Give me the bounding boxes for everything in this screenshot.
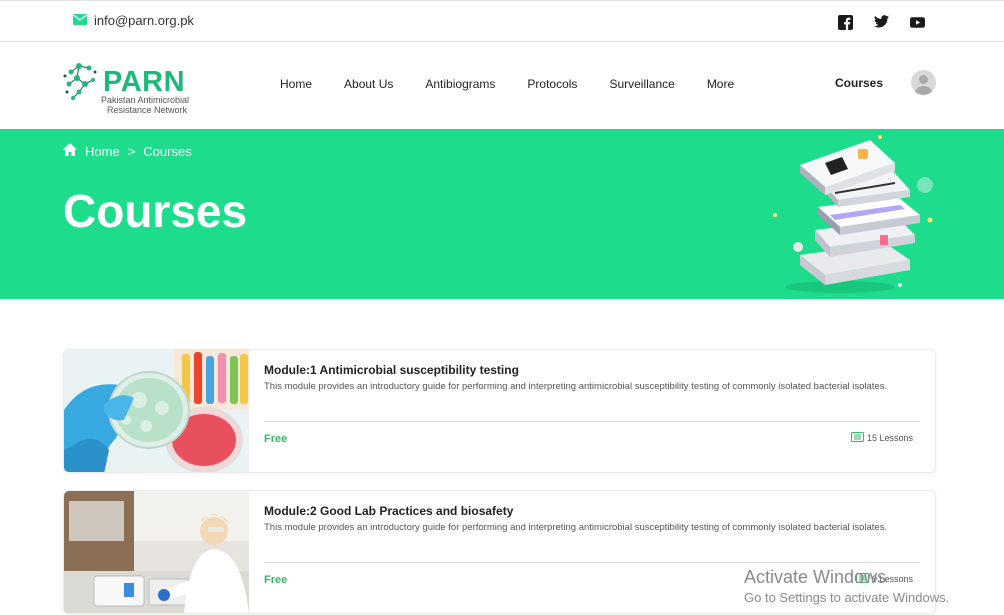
nav-item-antibiograms[interactable]: Antibiograms [425,77,495,91]
youtube-icon[interactable] [910,15,926,31]
course-thumbnail-petri-dish[interactable] [64,350,249,472]
card-divider [264,562,920,563]
course-price: Free [264,574,288,586]
lessons-count-text: 15 Lessons [866,433,913,443]
course-description: This module provides an introductory gui… [264,522,888,533]
nav-item-about-us[interactable]: About Us [344,77,393,91]
nav-item-protocols[interactable]: Protocols [527,77,577,91]
watermark-subtitle: Go to Settings to activate Windows. [744,590,950,605]
watermark-title: Activate Windows [744,567,887,587]
top-bar: info@parn.org.pk [0,0,1004,42]
breadcrumb-current: Courses [143,143,192,159]
user-avatar[interactable] [911,70,936,95]
breadcrumb: Home > Courses [63,143,192,159]
facebook-icon[interactable] [838,15,854,31]
logo-subtitle-line2: Resistance Network [107,105,188,115]
email-text: info@parn.org.pk [94,13,194,28]
breadcrumb-separator: > [127,143,136,159]
lessons-count: 15 Lessons [850,432,913,444]
course-price: Free [264,433,288,445]
main-header: PARN Pakistan Antimicrobial Resistance N… [0,42,1004,129]
twitter-icon[interactable] [874,15,890,31]
books-illustration [773,135,933,293]
lessons-list-icon [850,432,864,444]
social-links [838,15,926,31]
course-card[interactable]: Module:1 Antimicrobial susceptibility te… [63,349,936,473]
parn-logo[interactable]: PARN Pakistan Antimicrobial Resistance N… [63,58,213,115]
page-title: Courses [63,185,248,237]
windows-activation-watermark: Activate Windows Go to Settings to activ… [744,567,949,605]
envelope-icon [73,13,87,28]
card-divider [264,421,920,422]
page-hero-banner: Home > Courses Courses [0,129,1004,299]
course-description: This module provides an introductory gui… [264,381,888,392]
course-thumbnail-lab-worker[interactable] [64,491,249,613]
email-contact[interactable]: info@parn.org.pk [73,13,194,28]
nav-item-more[interactable]: More [707,77,734,91]
home-icon[interactable] [63,143,77,159]
main-nav: Home About Us Antibiograms Protocols Sur… [280,77,766,91]
logo-subtitle-line1: Pakistan Antimicrobial [101,95,190,105]
nav-item-home[interactable]: Home [280,77,312,91]
course-title[interactable]: Module:2 Good Lab Practices and biosafet… [264,504,513,518]
nav-courses-link[interactable]: Courses [835,76,883,90]
breadcrumb-home[interactable]: Home [85,144,120,159]
course-title[interactable]: Module:1 Antimicrobial susceptibility te… [264,363,519,377]
nav-item-surveillance[interactable]: Surveillance [609,77,674,91]
